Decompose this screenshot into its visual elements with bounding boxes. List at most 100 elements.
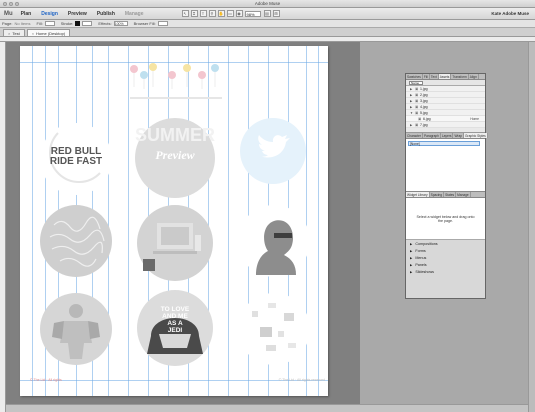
stroke-swatch[interactable] [75,21,81,26]
preview-tool-icon[interactable]: ◉ [235,10,243,17]
summer-title: SUMMER [135,125,215,145]
user-name[interactable]: Kate Adobe Muse [491,11,529,16]
page-label: Page: [2,21,13,26]
browser-fill-label: Browser Fill: [133,21,156,26]
asset-name: 7.jpg [420,122,428,127]
fill-swatch[interactable] [44,21,55,26]
tab-spacing[interactable]: Spacing [430,192,445,197]
effects-label: Effects: [98,21,112,26]
tab-widget-library[interactable]: Widget Library [406,192,430,197]
page-value[interactable]: No Items [14,21,30,26]
footer-right-text[interactable]: © The Ltd · All rights reserved [250,378,325,382]
crop-tool-icon[interactable]: ⌗ [190,10,198,17]
tab-transform[interactable]: Transform [451,74,469,79]
expand-icon: ▶ [410,241,413,246]
stroke-option[interactable]: Stroke: [61,21,93,26]
zoom-tool-icon[interactable]: ⚲ [208,10,216,17]
widget-category-forms[interactable]: ▶ Forms [406,247,485,254]
zoom-level-field[interactable]: 98% [244,10,261,17]
right-panel-dock: Swatches Fill Text Assets Transform Alig… [405,73,488,299]
mode-design[interactable]: Design [41,11,58,17]
tab-graphic-styles[interactable]: Graphic Styles [464,133,488,138]
close-tab-icon[interactable]: × [8,31,10,36]
stroke-label: Stroke: [60,21,74,26]
document-tab-bar: × Test × Home (Desktop) [0,28,535,37]
assets-sort-dropdown[interactable]: Name [409,80,423,85]
tab-layers[interactable]: Layers [441,133,454,138]
tab-assets[interactable]: Assets [438,74,452,79]
darth-text: TO LOVE AND ME AS A JEDI [137,306,213,334]
widget-hint: Select a widget below and drag onto the … [406,198,485,240]
handwritten-typography-graphic [49,216,105,267]
page-option[interactable]: Page: No Items [2,21,30,26]
balloon-pink-2 [168,71,176,79]
darth-line2: AND ME [162,313,188,320]
asset-page-usage: Home [470,116,479,121]
mode-bar: Mu Plan Design Preview Publish Manage ↖ … [0,8,535,20]
tab-swatches[interactable]: Swatches [406,74,423,79]
tab-paragraph[interactable]: Paragraph [423,133,441,138]
tab-text[interactable]: Text [430,74,439,79]
tab-home-desktop[interactable]: × Home (Desktop) [26,29,71,36]
selection-tool-icon[interactable]: ↖ [181,10,189,17]
darth-line1: TO LOVE [160,306,190,313]
darth-line4: JEDI [167,327,183,334]
tab-align[interactable]: Align [469,74,479,79]
asset-name: 6.jpg [423,116,431,121]
asset-name: 2.jpg [420,92,428,97]
header-nav-links[interactable] [130,97,222,99]
tab-manage[interactable]: Manage [456,192,471,197]
mode-plan[interactable]: Plan [21,11,32,17]
hand-tool-icon[interactable]: ✋ [217,10,225,17]
widget-category-compositions[interactable]: ▶ Compositions [406,240,485,247]
graphic-styles-area: [None] [406,139,485,192]
widget-category-slideshows[interactable]: ▶ Slideshows [406,268,485,275]
balloon-blue-2 [211,64,219,72]
horizontal-scrollbar[interactable] [6,404,528,412]
footer-left-text[interactable]: © The Ltd · All rights [30,378,100,382]
effects-option[interactable]: Effects: 100% [98,21,128,26]
vertical-scrollbar[interactable] [528,42,535,412]
view-options-icon[interactable]: ▤ [263,10,271,17]
asset-name: 1.jpg [420,86,428,91]
screen-mode-icon[interactable]: ⊞ [272,10,280,17]
expand-icon: ▶ [410,269,413,274]
balloon-blue [140,71,148,79]
tab-fill[interactable]: Fill [423,74,430,79]
expand-icon: ▶ [410,255,413,260]
tab-home-label: Home (Desktop) [36,30,66,36]
muse-logo: Mu [4,10,13,17]
twitter-bird-icon [258,135,290,158]
close-tab-icon[interactable]: × [32,31,34,36]
red-bull-line2: RIDE FAST [49,156,103,167]
mode-preview[interactable]: Preview [68,11,87,17]
balloon-yellow [149,63,157,71]
stroke-width-field[interactable] [82,21,93,26]
style-name-field[interactable]: [None] [408,141,480,146]
balloon-header-graphic[interactable] [120,55,230,105]
mode-manage[interactable]: Manage [125,11,144,17]
fill-option[interactable]: Fill: [36,21,55,26]
widget-category-panels[interactable]: ▶ Panels [406,261,485,268]
text-tool-icon[interactable]: T [199,10,207,17]
window-title: Adobe Muse [254,1,281,6]
tab-test[interactable]: × Test [3,29,25,36]
browser-fill-option[interactable]: Browser Fill: [134,21,168,26]
asset-name: 4.jpg [420,104,428,109]
tab-character[interactable]: Character [406,133,423,138]
browser-fill-swatch[interactable] [157,21,168,26]
control-bar: Page: No Items Fill: Stroke: Effects: 10… [0,20,535,28]
balloon-pink-3 [198,71,206,79]
expand-icon: ▶ [410,262,413,267]
widget-category-menus[interactable]: ▶ Menus [406,254,485,261]
tab-test-label: Test [12,30,20,36]
tab-states[interactable]: States [444,192,457,197]
desk-graphic [143,223,201,271]
tab-wrap[interactable]: Wrap [453,133,465,138]
effects-field[interactable]: 100% [113,21,128,26]
rectangle-tool-icon[interactable]: ▭ [226,10,234,17]
pattern-graphic [252,303,296,351]
column-guide [32,46,33,396]
balloon-pink [130,65,138,73]
mode-publish[interactable]: Publish [97,11,115,17]
